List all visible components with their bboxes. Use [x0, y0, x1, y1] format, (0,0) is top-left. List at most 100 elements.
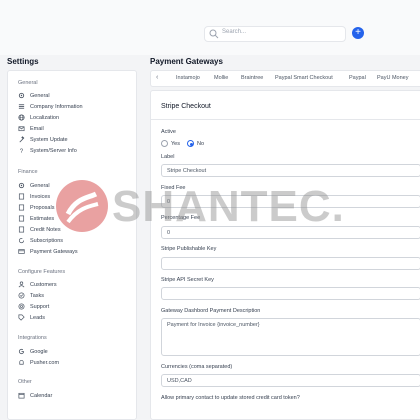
sidebar-item-label: Credit Notes	[30, 226, 61, 233]
label-input[interactable]: Stripe Checkout	[161, 164, 420, 177]
calendar-icon	[18, 392, 25, 399]
search-input[interactable]: Search...	[204, 26, 346, 42]
sidebar-item-label: Localization	[30, 114, 60, 121]
gear-icon	[18, 92, 25, 99]
sidebar-item-label: Leads	[30, 314, 45, 321]
sidebar-item-label: Support	[30, 303, 50, 310]
sidebar-item-label: Estimates	[30, 215, 55, 222]
fixed-fee-label: Fixed Fee	[161, 185, 186, 191]
document-icon	[18, 204, 25, 211]
sidebar-item-label: Payment Gateways	[30, 248, 78, 255]
publishable-key-input[interactable]	[161, 257, 420, 270]
tab-payu-money[interactable]: PayU Money	[377, 75, 409, 81]
google-icon	[18, 348, 25, 355]
stripe-checkout-panel: Stripe Checkout Active Yes No Label Stri…	[150, 90, 420, 420]
sidebar-item-invoices[interactable]: Invoices	[18, 192, 50, 201]
lifebuoy-icon	[18, 303, 25, 310]
sidebar-item-label: Company Information	[30, 103, 83, 110]
sidebar-group-other: Other	[18, 379, 32, 385]
sidebar-item-label: System Update	[30, 136, 68, 143]
panel-title: Stripe Checkout	[161, 103, 211, 110]
sidebar-item-label: Pusher.com	[30, 359, 60, 366]
sidebar-item-label: Customers	[30, 281, 57, 288]
hammer-icon	[19, 136, 25, 143]
active-no-radio[interactable]: No	[187, 140, 204, 147]
top-bar: Search... +	[0, 0, 420, 55]
percentage-fee-input[interactable]: 0	[161, 226, 420, 239]
tab-mollie[interactable]: Mollie	[214, 75, 228, 81]
currencies-label: Currencies (coma separated)	[161, 364, 233, 370]
sidebar-item-tasks[interactable]: Tasks	[18, 291, 44, 300]
sidebar-item-finance-general[interactable]: General	[18, 181, 50, 190]
check-circle-icon	[18, 292, 25, 299]
sidebar-item-general[interactable]: General	[18, 91, 50, 100]
secret-key-label: Stripe API Secret Key	[161, 277, 214, 283]
sidebar-item-email[interactable]: Email	[18, 124, 44, 133]
publishable-key-label: Stripe Publishable Key	[161, 246, 217, 252]
refresh-icon	[18, 238, 25, 244]
radio-no-label: No	[197, 140, 205, 147]
question-icon: ?	[20, 148, 24, 154]
add-new-button[interactable]: +	[352, 27, 364, 39]
currencies-input[interactable]: USD,CAD	[161, 374, 420, 387]
radio-circle	[161, 140, 168, 147]
bell-icon	[19, 360, 24, 365]
document-icon	[18, 193, 25, 200]
sidebar-item-system-update[interactable]: System Update	[18, 135, 68, 144]
svg-text:?: ?	[20, 148, 24, 154]
gear-icon	[18, 182, 25, 189]
sidebar-item-support[interactable]: Support	[18, 302, 49, 311]
credit-card-icon	[18, 249, 25, 254]
tab-paypal[interactable]: Paypal	[349, 75, 366, 81]
allow-update-label: Allow primary contact to update stored c…	[161, 395, 300, 401]
active-label: Active	[161, 129, 176, 135]
tag-icon	[18, 314, 25, 321]
sidebar-group-general: General	[18, 80, 38, 86]
sidebar-item-label: Subscriptions	[30, 237, 64, 244]
sidebar-item-label: Email	[30, 125, 44, 132]
globe-icon	[18, 114, 25, 121]
sidebar-item-pusher[interactable]: Pusher.com	[18, 358, 59, 367]
document-icon	[18, 226, 25, 233]
sidebar-item-label: Google	[30, 348, 48, 355]
envelope-icon	[18, 126, 25, 132]
sidebar-item-localization[interactable]: Localization	[18, 113, 59, 122]
sidebar-item-estimates[interactable]: Estimates	[18, 214, 54, 223]
settings-title: Settings	[7, 57, 39, 66]
tab-instamojo[interactable]: Instamojo	[176, 75, 200, 81]
fixed-fee-input[interactable]: 0	[161, 195, 420, 208]
active-yes-radio[interactable]: Yes	[161, 140, 180, 147]
sidebar-item-label: Proposals	[30, 204, 55, 211]
secret-key-input[interactable]	[161, 287, 420, 300]
sidebar-item-label: Invoices	[30, 193, 51, 200]
sidebar-item-label: Calendar	[30, 392, 53, 399]
search-placeholder: Search...	[222, 29, 247, 35]
tab-paypal-smart-checkout[interactable]: Paypal Smart Checkout	[275, 75, 333, 81]
tab-prev-button[interactable]: ‹	[156, 74, 158, 81]
sidebar-item-google[interactable]: Google	[18, 347, 48, 356]
description-textarea[interactable]: Payment for Invoice {invoice_number}	[161, 318, 420, 356]
sidebar-item-company-information[interactable]: Company Information	[18, 102, 83, 111]
description-label: Gateway Dashbord Payment Description	[161, 308, 261, 314]
sidebar-item-subscriptions[interactable]: Subscriptions	[18, 236, 63, 245]
percentage-fee-label: Percentage Fee	[161, 215, 201, 221]
sidebar-item-calendar[interactable]: Calendar	[18, 391, 52, 400]
sidebar-item-system-server-info[interactable]: ? System/Server Info	[18, 146, 77, 155]
sidebar-item-customers[interactable]: Customers	[18, 280, 57, 289]
settings-sidebar: General General Company Information Loca…	[7, 70, 137, 420]
sidebar-item-credit-notes[interactable]: Credit Notes	[18, 225, 61, 234]
radio-circle-selected	[187, 140, 194, 147]
sidebar-group-finance: Finance	[18, 169, 38, 175]
tab-braintree[interactable]: Braintree	[241, 75, 263, 81]
radio-yes-label: Yes	[171, 140, 180, 147]
gateway-tabs: ‹ Instamojo Mollie Braintree Paypal Smar…	[150, 70, 420, 87]
sidebar-item-label: General	[30, 182, 50, 189]
sidebar-item-label: Tasks	[30, 292, 45, 299]
sidebar-item-label: System/Server Info	[30, 147, 77, 154]
sidebar-group-configure-features: Configure Features	[18, 269, 66, 275]
users-icon	[18, 281, 25, 288]
sidebar-item-proposals[interactable]: Proposals	[18, 203, 54, 212]
sidebar-item-payment-gateways[interactable]: Payment Gateways	[18, 247, 78, 256]
sidebar-item-leads[interactable]: Leads	[18, 313, 45, 322]
divider	[151, 119, 420, 120]
